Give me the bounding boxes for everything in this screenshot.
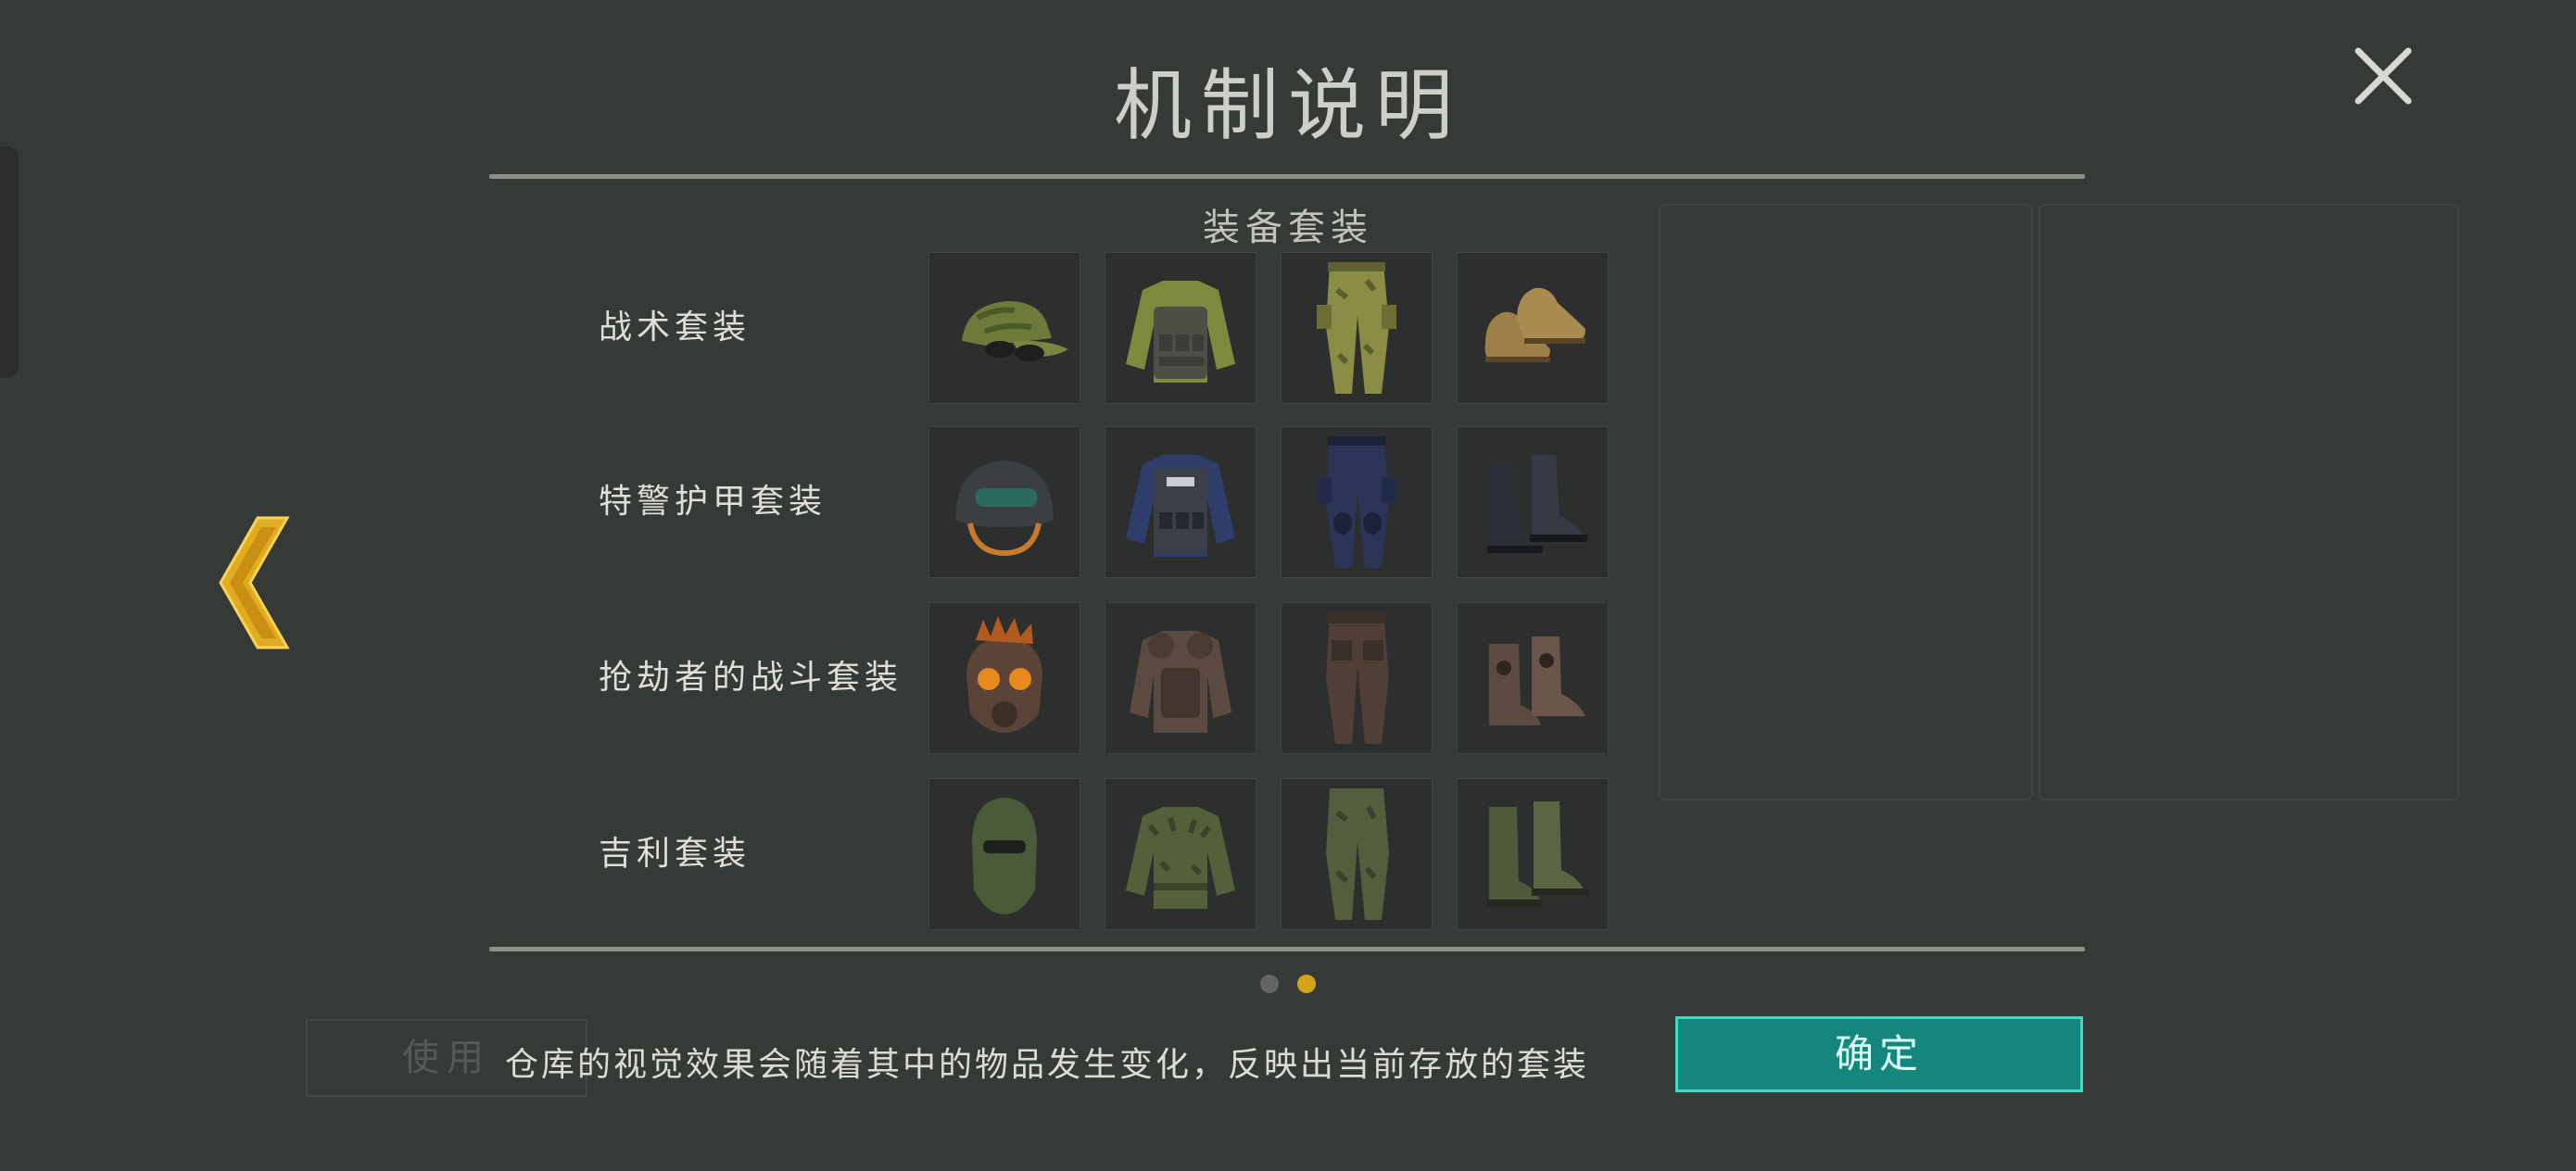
equipment-slot[interactable]	[928, 602, 1080, 754]
set-label: 战术套装	[599, 308, 751, 346]
equipment-slot[interactable]	[1281, 602, 1433, 754]
background-panel	[1659, 204, 2033, 800]
set-label: 特警护甲套装	[599, 483, 827, 521]
equipment-slot[interactable]	[1105, 778, 1256, 930]
equipment-slot[interactable]	[1457, 252, 1609, 404]
close-icon[interactable]	[2349, 42, 2418, 110]
side-drawer-tab	[0, 146, 19, 378]
set-row-swat: 特警护甲套装	[593, 426, 1612, 578]
raider-mask-icon	[966, 616, 1042, 733]
ghillie-pants-icon	[1326, 788, 1389, 920]
set-row-ghillie: 吉利套装	[593, 778, 1612, 930]
page-title: 机制说明	[1113, 60, 1462, 151]
page-indicator-dot[interactable]	[1260, 975, 1279, 993]
ghillie-boots-icon	[1487, 801, 1589, 907]
equipment-slot[interactable]	[1457, 602, 1609, 754]
set-row-tactical: 战术套装	[593, 252, 1612, 404]
swat-helmet-icon	[955, 460, 1054, 557]
equipment-slot[interactable]	[1457, 778, 1609, 930]
balaclava-icon	[972, 798, 1037, 914]
background-panel	[2039, 204, 2459, 800]
footer-description: 仓库的视觉效果会随着其中的物品发生变化，反映出当前存放的套装	[505, 1046, 1590, 1084]
camo-pants-icon	[1317, 262, 1396, 394]
swat-boots-icon	[1487, 455, 1587, 553]
equipment-slot[interactable]	[1457, 426, 1609, 578]
equipment-slot[interactable]	[928, 426, 1080, 578]
raider-armor-icon	[1130, 631, 1231, 733]
equipment-slot[interactable]	[928, 778, 1080, 930]
cap-icon	[962, 301, 1068, 361]
set-label: 抢劫者的战斗套装	[599, 659, 903, 697]
swat-pants-icon	[1317, 436, 1396, 568]
raider-pants-icon	[1326, 612, 1389, 744]
equipment-slot[interactable]	[928, 252, 1080, 404]
equipment-slot[interactable]	[1281, 778, 1433, 930]
equipment-slot[interactable]	[1105, 252, 1256, 404]
tactical-vest-icon	[1126, 281, 1235, 383]
equipment-slot[interactable]	[1105, 602, 1256, 754]
equipment-slot[interactable]	[1105, 426, 1256, 578]
set-label: 吉利套装	[599, 835, 751, 873]
previous-page-icon[interactable]	[215, 514, 291, 651]
bottom-divider	[489, 947, 2085, 951]
swat-vest-icon	[1126, 455, 1235, 557]
equipment-slot[interactable]	[1281, 252, 1433, 404]
raider-boots-icon	[1489, 636, 1585, 725]
desert-shoes-icon	[1484, 287, 1585, 362]
top-divider	[489, 174, 2085, 179]
set-row-raider: 抢劫者的战斗套装	[593, 602, 1612, 754]
equipment-slot[interactable]	[1281, 426, 1433, 578]
page-indicator-dot-active[interactable]	[1297, 975, 1316, 993]
confirm-button[interactable]: 确定	[1675, 1016, 2083, 1092]
section-subtitle: 装备套装	[1203, 207, 1373, 249]
ghillie-jacket-icon	[1126, 807, 1235, 909]
